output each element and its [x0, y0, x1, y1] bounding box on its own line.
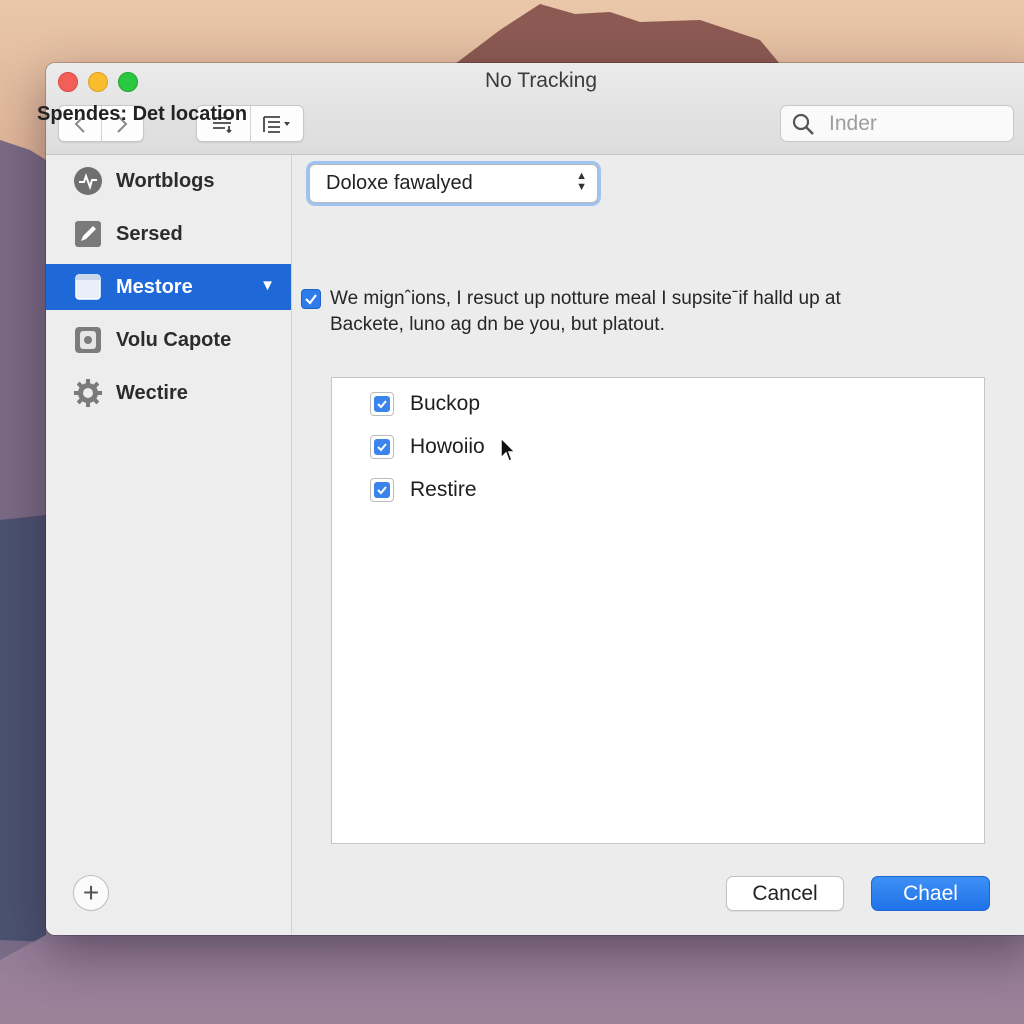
sidebar-item-label: Wortblogs — [116, 169, 215, 192]
edit-icon — [73, 219, 103, 249]
search-placeholder: Inder — [829, 111, 877, 135]
description-line-2: Backete, luno ag dn be you, but platout. — [330, 314, 665, 335]
sidebar: Wortblogs Sersed Mestore ▼ Volu Capote W… — [46, 155, 292, 935]
search-field[interactable]: Inder — [780, 105, 1014, 142]
list-item-checkbox[interactable] — [370, 435, 394, 459]
outline-menu-icon — [262, 115, 290, 133]
list-item-label: Restire — [410, 478, 477, 501]
sidebar-item-mestore[interactable]: Mestore ▼ — [46, 264, 291, 310]
up-down-arrows-icon: ▲ ▼ — [576, 170, 587, 193]
window-title: No Tracking — [484, 69, 598, 92]
option-checkbox[interactable] — [301, 289, 321, 309]
checkmark-icon — [377, 486, 387, 495]
sidebar-item-sersed[interactable]: Sersed — [46, 211, 291, 257]
sidebar-item-label: Mestore — [116, 275, 193, 298]
activity-icon — [73, 166, 103, 196]
description-line-1: We mignˆions, I resuct up notture meal I… — [330, 288, 841, 309]
chevron-down-icon[interactable]: ▼ — [260, 277, 275, 294]
list-item-checkbox[interactable] — [370, 392, 394, 416]
sidebar-item-wectire[interactable]: Wectire — [46, 370, 291, 416]
items-list[interactable]: Buckop Howoiio Restire — [331, 377, 985, 844]
add-button[interactable]: + — [73, 875, 109, 911]
option-description: We mignˆions, I resuct up notture meal I… — [330, 286, 930, 338]
cancel-button[interactable]: Cancel — [726, 876, 844, 911]
gear-icon — [73, 378, 103, 408]
window-icon — [73, 272, 103, 302]
list-item-label: Howoiio — [410, 435, 485, 458]
primary-button[interactable]: Chael — [871, 876, 990, 911]
popup-selected-value: Doloxe fawalyed — [326, 172, 473, 194]
sidebar-item-label: Wectire — [116, 381, 188, 404]
list-item[interactable]: Buckop — [370, 390, 480, 418]
search-icon — [792, 113, 814, 135]
list-item[interactable]: Restire — [370, 476, 477, 504]
checkmark-icon — [377, 443, 387, 452]
mouse-cursor-icon — [500, 436, 517, 462]
list-item[interactable]: Howoiio — [370, 433, 485, 461]
location-popup-button[interactable]: Doloxe fawalyed ▲ ▼ — [309, 164, 598, 203]
checkmark-icon — [305, 294, 317, 305]
sidebar-item-wortblogs[interactable]: Wortblogs — [46, 158, 291, 204]
list-item-label: Buckop — [410, 392, 481, 415]
sidebar-item-label: Sersed — [116, 222, 183, 245]
sidebar-item-label: Volu Capote — [116, 328, 232, 351]
plus-icon: + — [82, 877, 100, 908]
sidebar-item-volu-capote[interactable]: Volu Capote — [46, 317, 291, 363]
disk-icon — [73, 325, 103, 355]
checkmark-icon — [377, 400, 387, 409]
section-title: Spendes: Det location — [37, 103, 248, 125]
list-item-checkbox[interactable] — [370, 478, 394, 502]
outline-view-button[interactable] — [249, 106, 304, 141]
